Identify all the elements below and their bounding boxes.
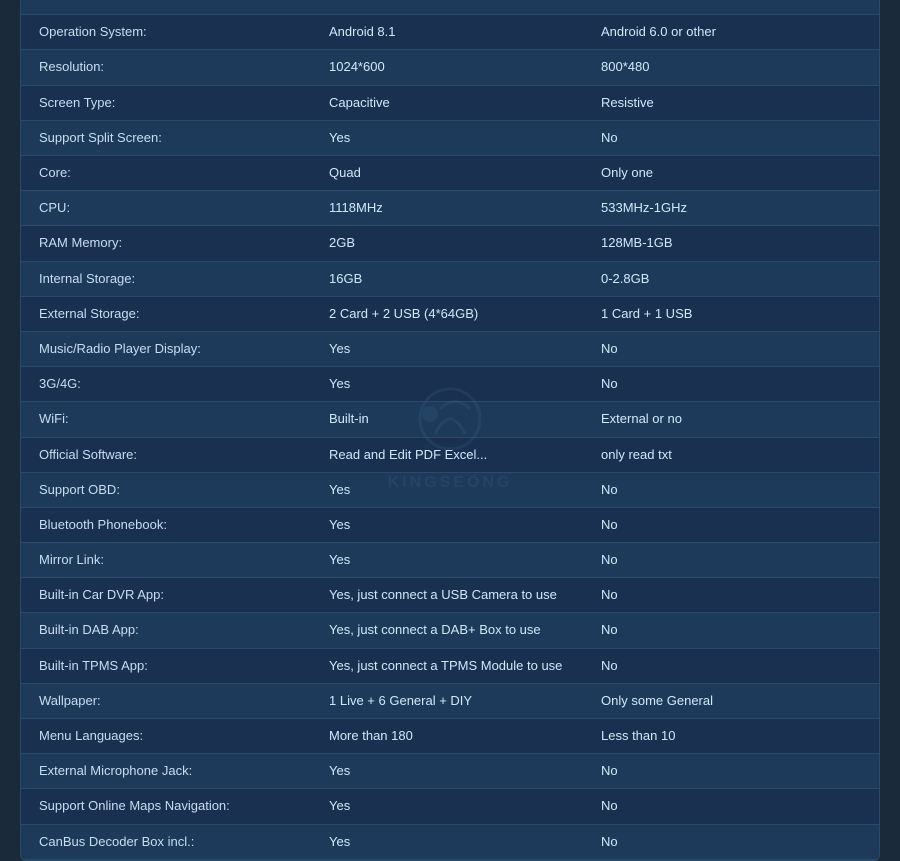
table-row: Bluetooth Phonebook:YesNo [21, 508, 879, 543]
feature-label: Mirror Link: [33, 543, 323, 577]
table-row: Mirror Link:YesNo [21, 543, 879, 578]
this-product-value: Yes [323, 543, 595, 577]
other-product-value: No [595, 578, 867, 612]
other-product-value: No [595, 649, 867, 683]
other-product-value: No [595, 789, 867, 823]
header-features: Features [33, 0, 323, 4]
this-product-value: More than 180 [323, 719, 595, 753]
table-body: KINGSEONG Operation System:Android 8.1An… [21, 15, 879, 860]
this-product-value: 2GB [323, 226, 595, 260]
other-product-value: 800*480 [595, 50, 867, 84]
table-row: Built-in DAB App:Yes, just connect a DAB… [21, 613, 879, 648]
other-product-value: No [595, 367, 867, 401]
this-product-value: Yes, just connect a TPMS Module to use [323, 649, 595, 683]
other-product-value: No [595, 473, 867, 507]
this-product-value: 1118MHz [323, 191, 595, 225]
other-product-value: 533MHz-1GHz [595, 191, 867, 225]
other-product-value: only read txt [595, 438, 867, 472]
feature-label: Official Software: [33, 438, 323, 472]
table-row: Official Software:Read and Edit PDF Exce… [21, 438, 879, 473]
feature-label: Core: [33, 156, 323, 190]
feature-label: Built-in Car DVR App: [33, 578, 323, 612]
table-row: Support Online Maps Navigation:YesNo [21, 789, 879, 824]
other-product-value: External or no [595, 402, 867, 436]
this-product-value: Android 8.1 [323, 15, 595, 49]
this-product-value: Yes [323, 754, 595, 788]
other-product-value: Only some General [595, 684, 867, 718]
table-row: Resolution:1024*600800*480 [21, 50, 879, 85]
table-row: Core:QuadOnly one [21, 156, 879, 191]
this-product-value: 16GB [323, 262, 595, 296]
table-row: Menu Languages:More than 180Less than 10 [21, 719, 879, 754]
this-product-value: Read and Edit PDF Excel... [323, 438, 595, 472]
this-product-value: Yes [323, 121, 595, 155]
other-product-value: Android 6.0 or other [595, 15, 867, 49]
feature-label: Bluetooth Phonebook: [33, 508, 323, 542]
table-row: Wallpaper:1 Live + 6 General + DIYOnly s… [21, 684, 879, 719]
table-row: Built-in TPMS App:Yes, just connect a TP… [21, 649, 879, 684]
this-product-value: Yes, just connect a DAB+ Box to use [323, 613, 595, 647]
other-product-value: No [595, 754, 867, 788]
feature-label: Internal Storage: [33, 262, 323, 296]
this-product-value: Yes, just connect a USB Camera to use [323, 578, 595, 612]
feature-label: Resolution: [33, 50, 323, 84]
this-product-value: Yes [323, 332, 595, 366]
other-product-value: No [595, 508, 867, 542]
rows-container: Operation System:Android 8.1Android 6.0 … [21, 15, 879, 860]
other-product-value: No [595, 613, 867, 647]
this-product-value: 1024*600 [323, 50, 595, 84]
feature-label: External Storage: [33, 297, 323, 331]
this-product-value: Yes [323, 789, 595, 823]
feature-label: Built-in DAB App: [33, 613, 323, 647]
this-product-value: Quad [323, 156, 595, 190]
table-row: Screen Type:CapacitiveResistive [21, 86, 879, 121]
table-header: Features This KINGSEONG Product Product … [21, 0, 879, 15]
feature-label: CPU: [33, 191, 323, 225]
feature-label: WiFi: [33, 402, 323, 436]
this-product-value: Yes [323, 473, 595, 507]
header-other-product: Product from other sellers [595, 0, 867, 4]
feature-label: Built-in TPMS App: [33, 649, 323, 683]
feature-label: Screen Type: [33, 86, 323, 120]
header-this-product: This KINGSEONG Product [323, 0, 595, 4]
table-row: CPU:1118MHz533MHz-1GHz [21, 191, 879, 226]
feature-label: Menu Languages: [33, 719, 323, 753]
feature-label: RAM Memory: [33, 226, 323, 260]
other-product-value: Only one [595, 156, 867, 190]
table-row: Support Split Screen:YesNo [21, 121, 879, 156]
other-product-value: Resistive [595, 86, 867, 120]
table-row: Operation System:Android 8.1Android 6.0 … [21, 15, 879, 50]
this-product-value: 2 Card + 2 USB (4*64GB) [323, 297, 595, 331]
other-product-value: No [595, 332, 867, 366]
feature-label: Support Online Maps Navigation: [33, 789, 323, 823]
other-product-value: 128MB-1GB [595, 226, 867, 260]
other-product-value: 0-2.8GB [595, 262, 867, 296]
other-product-value: Less than 10 [595, 719, 867, 753]
table-row: External Microphone Jack:YesNo [21, 754, 879, 789]
table-row: RAM Memory:2GB128MB-1GB [21, 226, 879, 261]
comparison-table: Features This KINGSEONG Product Product … [20, 0, 880, 861]
table-row: Support OBD:YesNo [21, 473, 879, 508]
this-product-value: Built-in [323, 402, 595, 436]
this-product-value: Yes [323, 367, 595, 401]
other-product-value: 1 Card + 1 USB [595, 297, 867, 331]
feature-label: Wallpaper: [33, 684, 323, 718]
this-product-value: Capacitive [323, 86, 595, 120]
feature-label: Support OBD: [33, 473, 323, 507]
feature-label: 3G/4G: [33, 367, 323, 401]
feature-label: Operation System: [33, 15, 323, 49]
table-row: Internal Storage:16GB0-2.8GB [21, 262, 879, 297]
feature-label: External Microphone Jack: [33, 754, 323, 788]
table-row: 3G/4G:YesNo [21, 367, 879, 402]
this-product-value: Yes [323, 508, 595, 542]
this-product-value: 1 Live + 6 General + DIY [323, 684, 595, 718]
other-product-value: No [595, 121, 867, 155]
feature-label: Support Split Screen: [33, 121, 323, 155]
table-row: External Storage:2 Card + 2 USB (4*64GB)… [21, 297, 879, 332]
feature-label: Music/Radio Player Display: [33, 332, 323, 366]
other-product-value: No [595, 543, 867, 577]
table-row: Music/Radio Player Display:YesNo [21, 332, 879, 367]
table-row: Built-in Car DVR App:Yes, just connect a… [21, 578, 879, 613]
table-row: WiFi:Built-inExternal or no [21, 402, 879, 437]
